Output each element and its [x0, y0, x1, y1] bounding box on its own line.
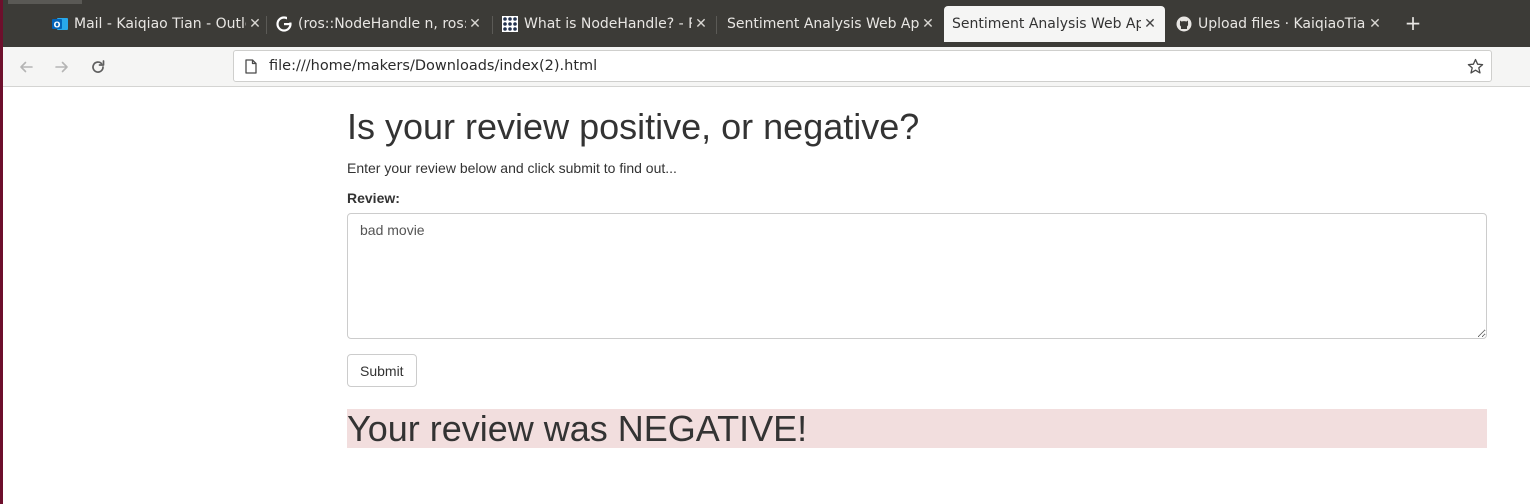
tab-title: Sentiment Analysis Web App: [952, 16, 1141, 32]
submit-button[interactable]: Submit: [347, 354, 417, 387]
tab-ros-nodehandle-search[interactable]: (ros::NodeHandle n, ros::NodeHandle ✕: [276, 6, 482, 42]
tab-strip-notch: [8, 0, 82, 4]
page-subtitle: Enter your review below and click submit…: [347, 160, 677, 176]
close-tab-icon[interactable]: ✕: [1143, 16, 1157, 32]
bookmark-star-icon[interactable]: [1465, 58, 1485, 75]
tab-separator: [266, 16, 267, 34]
close-tab-icon[interactable]: ✕: [921, 16, 935, 32]
close-tab-icon[interactable]: ✕: [694, 16, 708, 32]
github-icon: [1176, 16, 1192, 32]
address-bar-url[interactable]: file:///home/makers/Downloads/index(2).h…: [269, 58, 1465, 74]
tab-github-upload[interactable]: Upload files · KaiqiaoTian ✕: [1176, 6, 1382, 42]
close-tab-icon[interactable]: ✕: [468, 16, 482, 32]
tab-sentiment-analysis-active[interactable]: Sentiment Analysis Web App ✕: [944, 6, 1165, 42]
ros-icon: [502, 16, 518, 32]
desktop-edge: [0, 0, 3, 504]
tab-title: Upload files · KaiqiaoTian: [1198, 16, 1366, 32]
tab-title: Mail - Kaiqiao Tian - Outlook: [74, 16, 246, 32]
review-textarea[interactable]: bad movie: [347, 213, 1487, 339]
file-icon: [243, 58, 259, 74]
review-label: Review:: [347, 190, 400, 206]
tab-sentiment-analysis-1[interactable]: Sentiment Analysis Web App ✕: [727, 6, 935, 42]
tab-separator: [492, 16, 493, 34]
tab-title: Sentiment Analysis Web App: [727, 16, 919, 32]
reload-icon: [92, 60, 105, 73]
browser-toolbar: file:///home/makers/Downloads/index(2).h…: [0, 47, 1530, 87]
svg-text:O: O: [54, 21, 61, 30]
tab-title: What is NodeHandle? - ROS Answers: [524, 16, 692, 32]
back-button[interactable]: [14, 55, 38, 79]
tab-ros-answers[interactable]: What is NodeHandle? - ROS Answers ✕: [502, 6, 708, 42]
tab-separator: [716, 16, 717, 34]
tab-title: (ros::NodeHandle n, ros::NodeHandle: [298, 16, 466, 32]
forward-button[interactable]: [50, 55, 74, 79]
page-content: Is your review positive, or negative? En…: [347, 87, 1487, 448]
arrow-right-icon: [55, 61, 68, 73]
google-icon: [276, 16, 292, 32]
reload-button[interactable]: [86, 55, 110, 79]
browser-window: O Mail - Kaiqiao Tian - Outlook ✕ (ros::…: [0, 0, 1530, 504]
close-tab-icon[interactable]: ✕: [248, 16, 262, 32]
address-bar[interactable]: file:///home/makers/Downloads/index(2).h…: [233, 50, 1492, 82]
result-alert: Your review was NEGATIVE!: [347, 409, 1487, 448]
page-title: Is your review positive, or negative?: [347, 106, 920, 147]
tab-strip: O Mail - Kaiqiao Tian - Outlook ✕ (ros::…: [0, 0, 1530, 47]
new-tab-button[interactable]: +: [1402, 12, 1424, 34]
arrow-left-icon: [20, 61, 33, 73]
tab-outlook-mail[interactable]: O Mail - Kaiqiao Tian - Outlook ✕: [52, 6, 262, 42]
outlook-icon: O: [52, 16, 68, 32]
close-tab-icon[interactable]: ✕: [1368, 16, 1382, 32]
